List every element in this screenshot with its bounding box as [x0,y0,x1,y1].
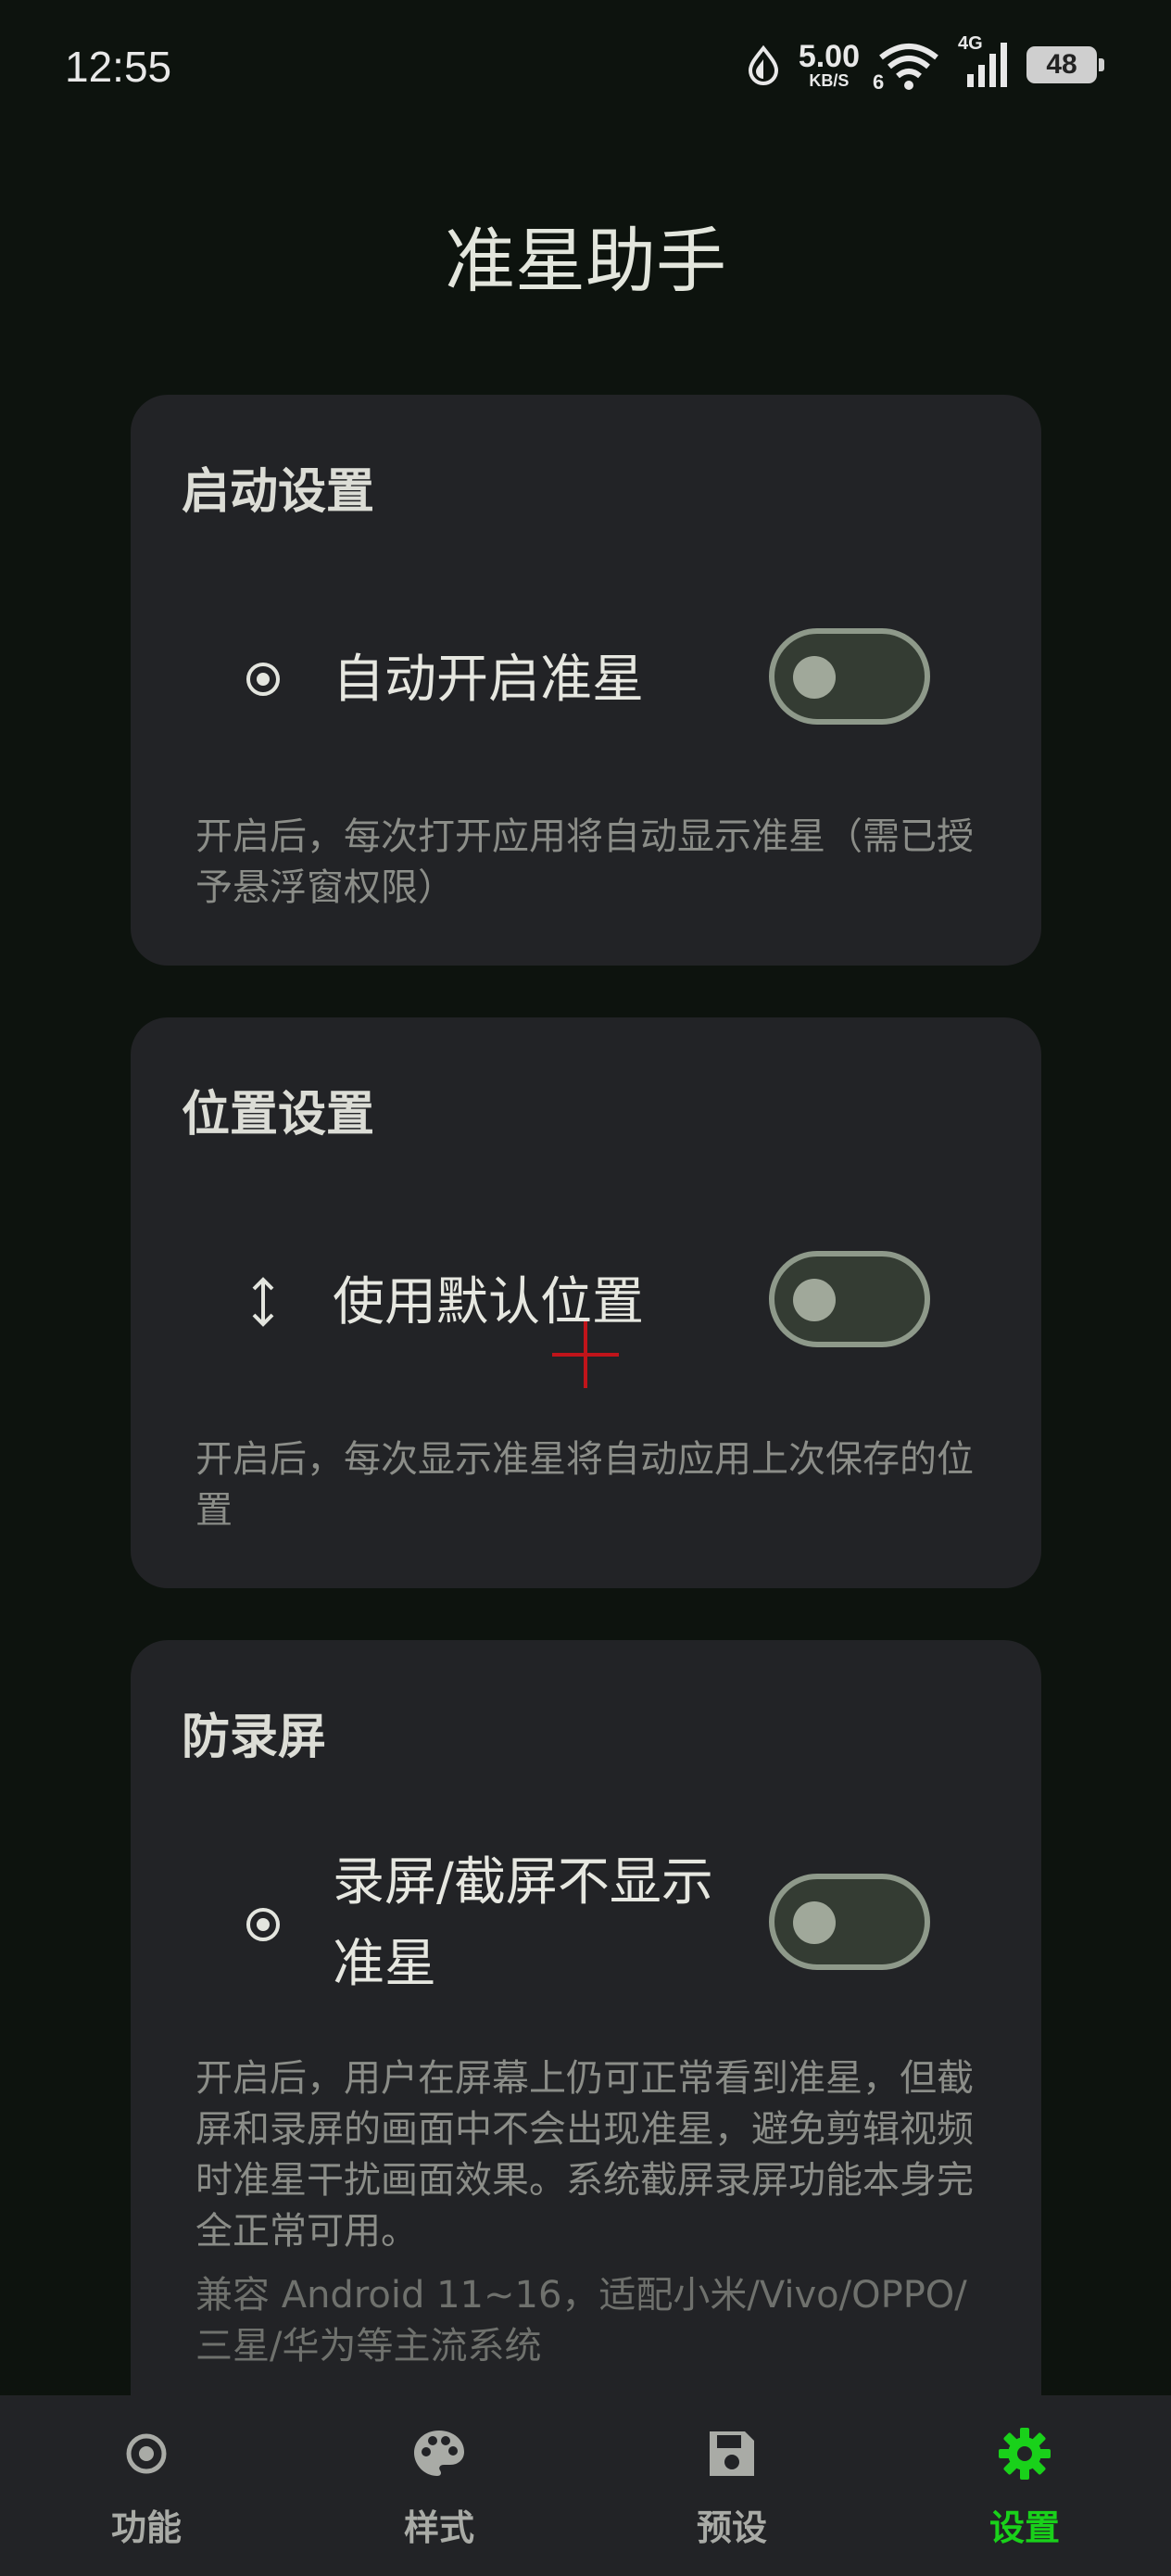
crosshair-overlay[interactable] [552,1321,619,1388]
status-bar: 12:55 5.00 KB/S 6 4G 48 [0,0,1171,139]
nav-label: 设置 [988,2507,1060,2548]
gear-icon [878,2421,1171,2486]
startup-settings-card: 启动设置 自动开启准星 开启后，每次打开应用将自动显示准星（需已授予悬浮窗权限） [131,395,1041,966]
nav-label: 功能 [110,2507,182,2548]
battery-icon: 48 [1026,46,1104,83]
nav-item-function[interactable]: 功能 [0,2395,293,2576]
toggle-knob [793,656,836,699]
data-saver-icon [748,44,778,85]
nav-item-presets[interactable]: 预设 [586,2395,878,2576]
card-title: 位置设置 [182,1087,375,1143]
net-speed: 5.00 KB/S [798,39,860,90]
position-settings-card: 位置设置 使用默认位置 开启后，每次显示准星将自动应用上次保存的位置 [131,1017,1041,1588]
nav-label: 预设 [696,2507,767,2548]
auto-enable-toggle[interactable] [769,628,930,725]
card-description: 开启后，每次打开应用将自动显示准星（需已授予悬浮窗权限） [195,815,974,909]
wifi-icon: 6 [873,39,941,94]
palette-icon [293,2421,586,2486]
save-icon [586,2421,878,2486]
nav-label: 样式 [403,2507,474,2548]
auto-enable-label: 自动开启准星 [333,650,644,710]
anti-recording-card: 防录屏 录屏/截屏不显示准星 开启后，用户在屏幕上仍可正常看到准星，但截屏和录屏… [131,1640,1041,2456]
compatibility-note: 兼容 Android 11~16，适配小米/Vivo/OPPO/三星/华为等主流… [195,2274,967,2368]
default-position-toggle[interactable] [769,1251,930,1347]
clock: 12:55 [65,43,172,91]
cellular-signal-icon: 4G [958,33,1010,91]
radio-target-icon [240,656,286,702]
card-title: 启动设置 [182,464,375,520]
hide-in-recording-label: 录屏/截屏不显示准星 [333,1852,713,1994]
status-icons: 5.00 KB/S 6 4G 48 [745,33,1104,94]
vertical-arrows-icon [240,1277,286,1327]
nav-item-style[interactable]: 样式 [293,2395,586,2576]
card-description: 开启后，每次显示准星将自动应用上次保存的位置 [195,1438,974,1532]
hide-in-recording-toggle[interactable] [769,1874,930,1970]
card-description: 开启后，用户在屏幕上仍可正常看到准星，但截屏和录屏的画面中不会出现准星，避免剪辑… [195,2057,974,2253]
radio-target-icon [240,1901,286,1948]
page-title: 准星助手 [445,220,726,302]
bottom-navigation: 功能 样式 预设 设置 [0,2395,1171,2576]
toggle-knob [793,1279,836,1321]
target-icon [0,2421,293,2486]
card-title: 防录屏 [182,1710,327,1765]
toggle-knob [793,1901,836,1944]
nav-item-settings[interactable]: 设置 [878,2395,1171,2576]
